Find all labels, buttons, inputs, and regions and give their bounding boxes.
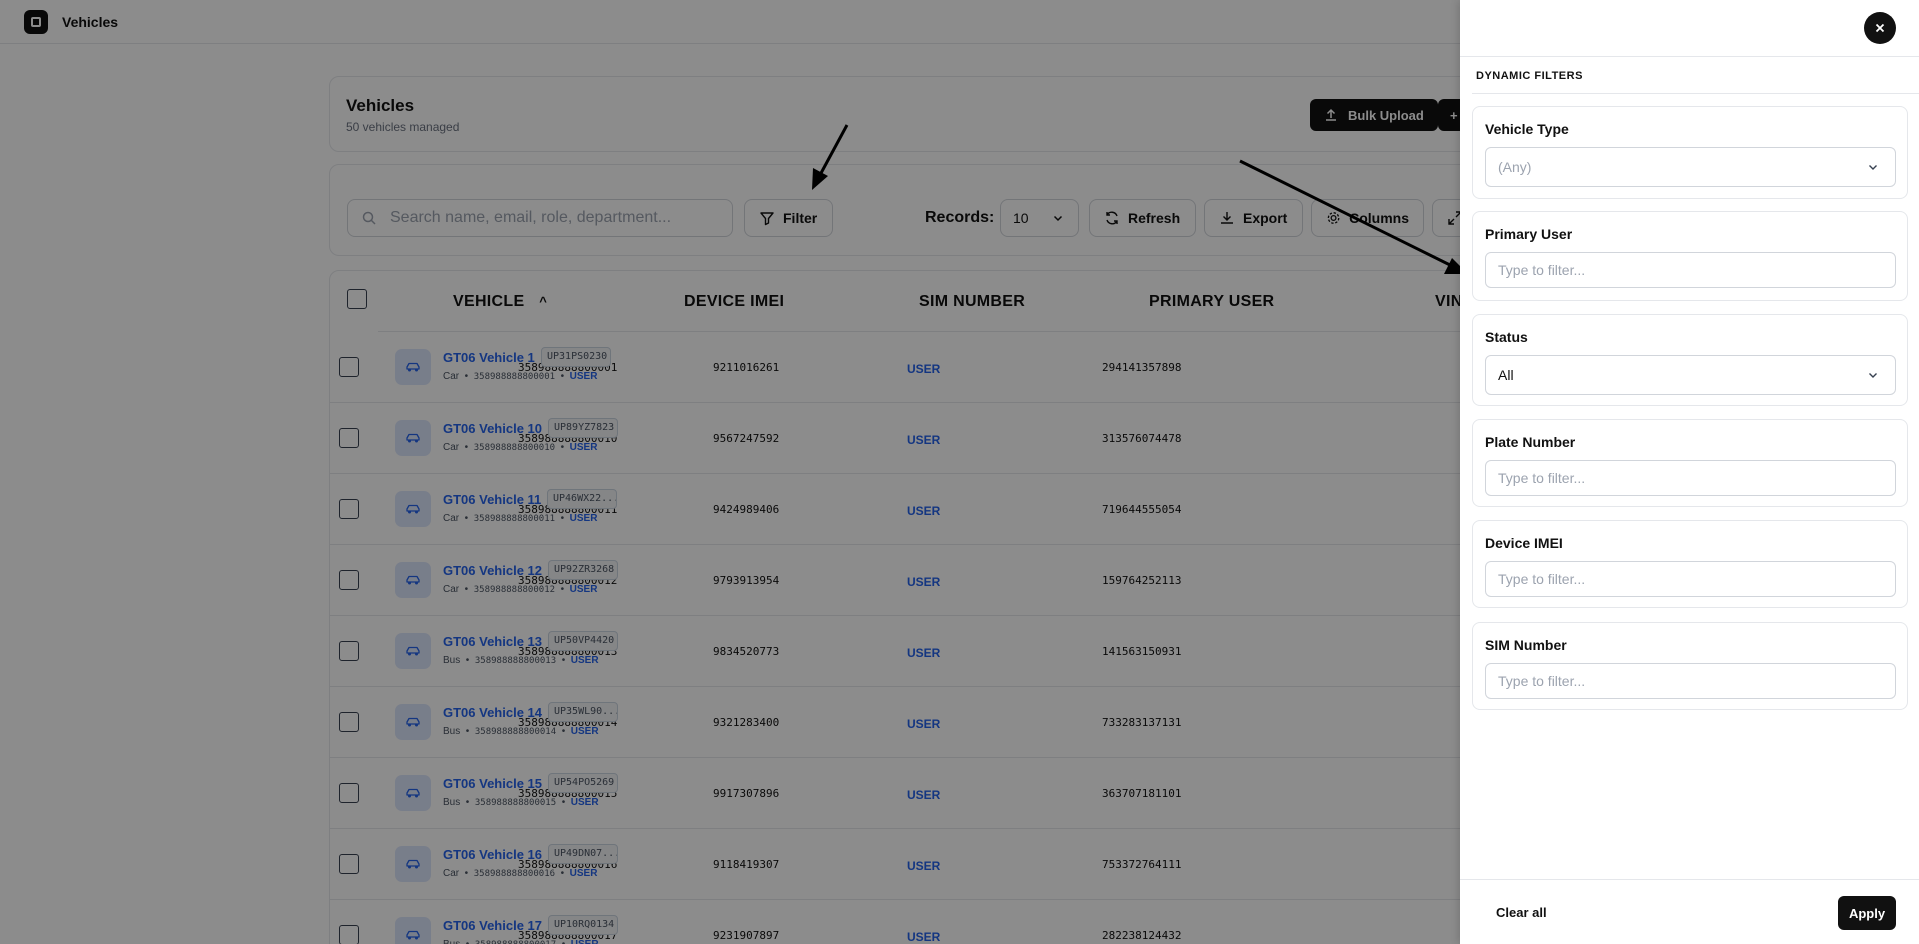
filter-label-status: Status [1485,329,1528,345]
section-divider [1472,93,1919,94]
filter-input-placeholder: Type to filter... [1498,673,1586,689]
filter-select-status[interactable]: All [1485,355,1896,395]
filter-label-device-imei: Device IMEI [1485,535,1563,551]
filter-label-plate-number: Plate Number [1485,434,1576,450]
chevron-down-icon [1869,165,1877,170]
filter-card-primary-user: Primary User Type to filter... [1472,211,1908,301]
filter-label-primary-user: Primary User [1485,226,1573,242]
modal-overlay[interactable] [0,0,1460,944]
panel-footer-divider [1460,879,1919,880]
filter-card-status: Status All [1472,314,1908,406]
close-icon [1875,23,1885,33]
filter-card-plate-number: Plate Number Type to filter... [1472,419,1908,507]
filter-input-placeholder: Type to filter... [1498,470,1586,486]
filter-select-vehicle-type[interactable]: (Any) [1485,147,1896,187]
filters-panel: DYNAMIC FILTERS Vehicle Type (Any) Primary… [1460,0,1919,944]
filter-card-vehicle-type: Vehicle Type (Any) [1472,106,1908,199]
filter-select-value: All [1498,367,1514,383]
filter-label-sim-number: SIM Number [1485,637,1567,653]
panel-section-title: DYNAMIC FILTERS [1476,70,1583,82]
close-panel-button[interactable] [1864,12,1896,44]
filter-card-device-imei: Device IMEI Type to filter... [1472,520,1908,608]
filter-label-vehicle-type: Vehicle Type [1485,121,1569,137]
filter-input-sim-number[interactable]: Type to filter... [1485,663,1896,699]
apply-button[interactable]: Apply [1838,896,1896,930]
filter-input-placeholder: Type to filter... [1498,262,1586,278]
filter-select-value: (Any) [1498,159,1532,175]
chevron-down-icon [1869,373,1877,378]
filter-input-placeholder: Type to filter... [1498,571,1586,587]
filter-input-plate-number[interactable]: Type to filter... [1485,460,1896,496]
filter-card-sim-number: SIM Number Type to filter... [1472,622,1908,710]
clear-all-button[interactable]: Clear all [1496,905,1547,920]
filter-input-primary-user[interactable]: Type to filter... [1485,252,1896,288]
panel-header-divider [1460,56,1919,57]
filter-input-device-imei[interactable]: Type to filter... [1485,561,1896,597]
